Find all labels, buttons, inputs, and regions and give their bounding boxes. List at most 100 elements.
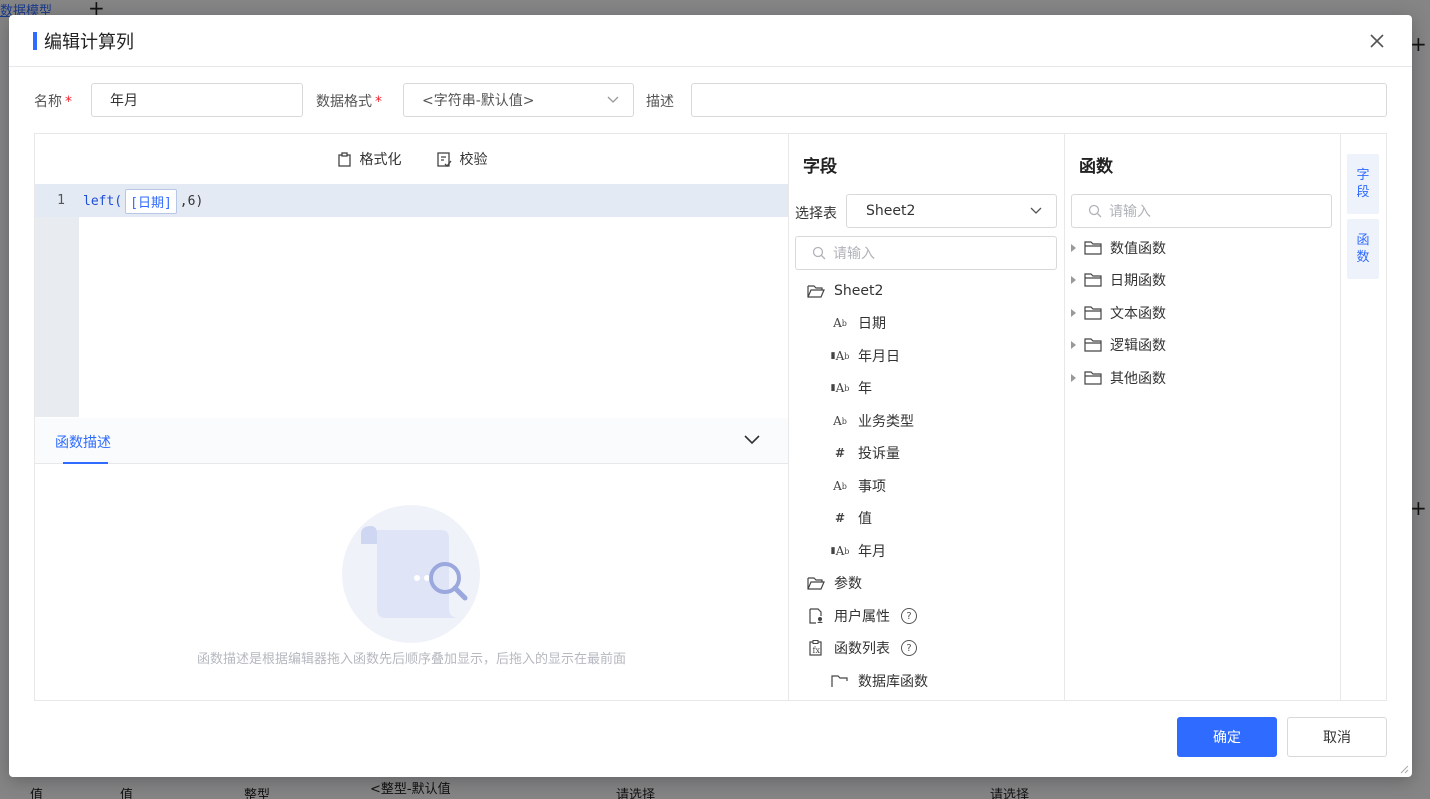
tree-label: 用户属性	[834, 609, 890, 625]
folder-icon	[1084, 306, 1102, 320]
tab-function-description[interactable]: 函数描述	[55, 432, 111, 452]
format-button-label: 格式化	[359, 152, 402, 168]
calc-text-type-icon: ▮ Ab	[830, 381, 850, 395]
tree-label: 年月日	[858, 349, 900, 365]
format-button[interactable]: 格式化	[336, 149, 402, 169]
code-function-token: left(	[83, 193, 123, 209]
tree-label: 函数列表	[834, 641, 890, 657]
folder-icon	[1084, 241, 1102, 255]
text-type-icon: Ab	[833, 414, 847, 428]
help-icon[interactable]: ?	[901, 640, 917, 656]
number-type-icon: #	[834, 446, 846, 460]
tree-field-date[interactable]: Ab 日期	[831, 312, 886, 334]
tree-node-function-list[interactable]: fx 函数列表 ?	[807, 637, 917, 659]
code-editor[interactable]: 1 left( [日期] ,6)	[35, 184, 788, 417]
fields-panel: 字段 选择表 Sheet2 请输入 Sheet2 Ab 日期 ▮ A b 年月日…	[789, 134, 1065, 700]
formula-editor-panel: 格式化 校验 1 left( [日期] ,6) 函数描述 函数描述是根据编辑器拖…	[35, 134, 789, 700]
line-number: 1	[57, 193, 65, 208]
tree-field-item[interactable]: Ab 事项	[831, 475, 886, 497]
number-type-icon: #	[834, 511, 846, 525]
folder-flag-icon	[831, 673, 849, 689]
caret-right-icon	[1071, 374, 1076, 382]
calc-text-type-icon: ▮ Ab	[830, 544, 850, 558]
caret-right-icon	[1071, 309, 1076, 317]
folder-icon	[1084, 338, 1102, 352]
side-tab-char: 段	[1356, 185, 1370, 200]
format-select-value: <字符串-默认值>	[422, 93, 535, 109]
function-group-text[interactable]: 文本函数	[1071, 302, 1166, 324]
tree-label: 业务类型	[858, 414, 914, 430]
tree-label: Sheet2	[834, 283, 884, 299]
chevron-down-icon	[1030, 207, 1042, 214]
side-tab-char: 函	[1356, 233, 1370, 248]
tree-node-db-functions[interactable]: 数据库函数	[831, 670, 928, 692]
side-tab-fields[interactable]: 字 段	[1347, 154, 1379, 214]
search-icon	[1088, 204, 1102, 218]
calc-text-type-icon: ▮ Ab	[830, 349, 850, 363]
close-icon[interactable]	[1368, 32, 1386, 50]
function-group-date[interactable]: 日期函数	[1071, 269, 1166, 291]
function-group-label: 日期函数	[1110, 273, 1166, 289]
tree-label: 投诉量	[858, 446, 900, 462]
function-group-label: 逻辑函数	[1110, 338, 1166, 354]
side-tabs: 字 段 函 数	[1341, 134, 1387, 700]
folder-icon	[1084, 273, 1102, 287]
function-group-label: 数值函数	[1110, 241, 1166, 257]
tree-node-sheet2[interactable]: Sheet2	[807, 280, 883, 302]
tree-field-business-type[interactable]: Ab 业务类型	[831, 410, 914, 432]
chevron-down-icon[interactable]	[744, 435, 760, 445]
dialog-title: 编辑计算列	[44, 31, 134, 53]
desc-label: 描述	[646, 94, 674, 110]
confirm-button[interactable]: 确定	[1177, 717, 1277, 757]
tree-label: 事项	[858, 479, 886, 495]
tree-label: 参数	[834, 576, 862, 592]
side-tab-char: 数	[1356, 250, 1370, 265]
cancel-button[interactable]: 取消	[1287, 717, 1387, 757]
folder-open-icon	[807, 575, 825, 591]
dialog-header: 编辑计算列	[9, 15, 1412, 67]
description-input[interactable]	[691, 83, 1387, 117]
select-table-dropdown[interactable]: Sheet2	[846, 194, 1057, 228]
tree-label: 日期	[858, 316, 886, 332]
name-label: 名称 *	[34, 94, 72, 110]
tree-field-complaints[interactable]: # 投诉量	[831, 442, 900, 464]
tree-field-year[interactable]: ▮ Ab 年	[831, 377, 872, 399]
tree-field-value[interactable]: # 值	[831, 507, 872, 529]
function-group-logic[interactable]: 逻辑函数	[1071, 334, 1166, 356]
name-input[interactable]: 年月	[91, 83, 303, 117]
select-table-value: Sheet2	[866, 203, 916, 219]
code-line: left( [日期] ,6)	[83, 188, 203, 214]
fields-panel-title: 字段	[803, 157, 837, 177]
side-tab-char: 字	[1356, 168, 1370, 183]
edit-calculated-column-dialog: 编辑计算列 名称* 年月 数据格式* <字符串-默认值> 描述 格式化 校验	[9, 15, 1412, 777]
required-mark: *	[375, 94, 382, 110]
editor-toolbar: 格式化 校验	[35, 134, 788, 184]
format-select[interactable]: <字符串-默认值>	[403, 83, 634, 117]
functions-panel: 函数 请输入 数值函数 日期函数 文本函数 逻辑函数 其他函数	[1065, 134, 1341, 700]
validate-button[interactable]: 校验	[436, 149, 488, 169]
tree-field-year-month[interactable]: ▮ Ab 年月	[831, 540, 886, 562]
folder-icon	[1084, 371, 1102, 385]
tree-node-user-attrs[interactable]: 用户属性 ?	[807, 605, 917, 627]
text-type-icon: Ab	[833, 479, 847, 493]
tree-label: 年月	[858, 544, 886, 560]
function-group-other[interactable]: 其他函数	[1071, 367, 1166, 389]
user-attr-icon	[807, 608, 825, 624]
tree-node-params[interactable]: 参数	[807, 572, 862, 594]
clipboard-icon	[337, 151, 351, 167]
function-search-placeholder: 请输入	[1109, 204, 1151, 220]
function-description-header: 函数描述	[35, 418, 788, 464]
field-search-input[interactable]: 请输入	[795, 236, 1057, 270]
title-accent-bar	[33, 31, 37, 50]
function-group-numeric[interactable]: 数值函数	[1071, 237, 1166, 259]
required-mark: *	[65, 94, 72, 110]
help-icon[interactable]: ?	[901, 608, 917, 624]
function-search-input[interactable]: 请输入	[1071, 194, 1332, 228]
tree-field-ymd[interactable]: ▮ Ab 年月日	[831, 345, 900, 367]
side-tab-functions[interactable]: 函 数	[1347, 219, 1379, 279]
search-icon	[812, 246, 826, 260]
function-group-label: 文本函数	[1110, 306, 1166, 322]
code-field-token[interactable]: [日期]	[125, 188, 177, 214]
line-gutter	[35, 184, 79, 417]
resize-grip-icon[interactable]	[1399, 764, 1409, 774]
